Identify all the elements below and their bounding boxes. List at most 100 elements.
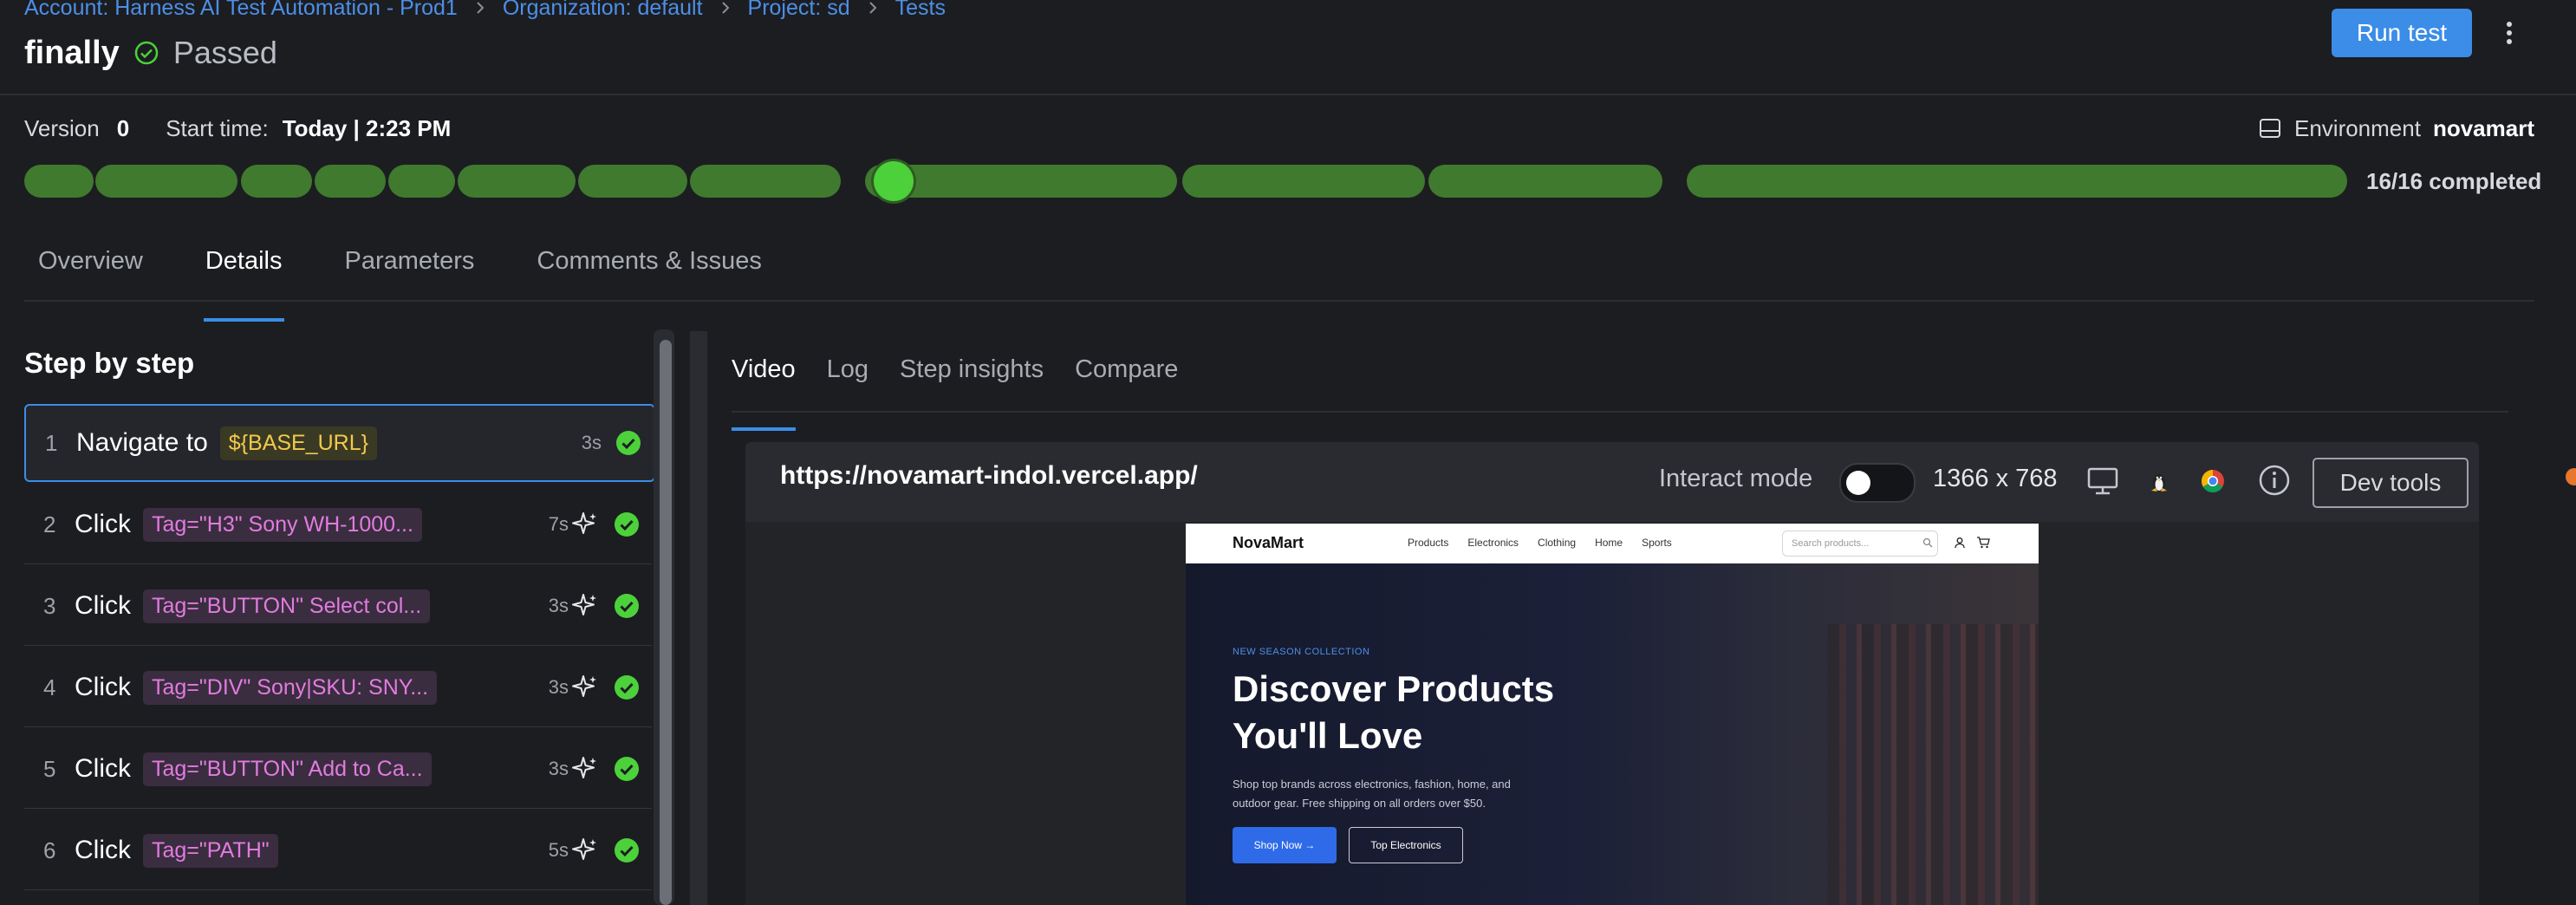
step-action: Click — [75, 673, 131, 701]
tab-comments-issues[interactable]: Comments & Issues — [523, 238, 775, 301]
site-search-icon — [1922, 537, 1933, 548]
chevron-right-icon — [477, 2, 485, 14]
site-nav-links: Products Electronics Clothing Home Sport… — [1408, 537, 1672, 549]
chrome-icon — [2201, 469, 2224, 493]
step-row[interactable]: 4 Click Tag="DIV" Sony|SKU: SNY... 3s — [24, 648, 652, 727]
dev-tools-button[interactable]: Dev tools — [2313, 458, 2469, 508]
hero-title: Discover Products You'll Love — [1233, 666, 1683, 759]
step-row[interactable]: 5 Click Tag="BUTTON" Add to Ca... 3s — [24, 730, 652, 809]
step-passed-icon — [615, 512, 639, 537]
hero-title-line-2: You'll Love — [1233, 715, 1423, 756]
ai-sparkle-icon — [572, 675, 596, 697]
step-target-chip: Tag="BUTTON" Select col... — [143, 589, 431, 623]
info-icon[interactable] — [2257, 463, 2292, 498]
progress-scrubber-knob[interactable] — [874, 161, 914, 201]
breadcrumb-project[interactable]: Project: sd — [748, 0, 850, 21]
media-tab-step-insights[interactable]: Step insights — [900, 347, 1044, 411]
step-duration: 3s — [548, 758, 569, 779]
progress-segment[interactable] — [388, 165, 455, 198]
start-time-label: Start time: — [166, 114, 269, 141]
step-passed-icon — [615, 838, 639, 863]
version-label: Version — [24, 114, 100, 141]
breadcrumb-organization[interactable]: Organization: default — [503, 0, 703, 21]
progress-segment[interactable] — [241, 165, 312, 198]
step-target-chip: Tag="PATH" — [143, 833, 278, 868]
completed-count: 16/16 completed — [2366, 167, 2542, 194]
tab-details[interactable]: Details — [192, 238, 296, 322]
breadcrumb-tests[interactable]: Tests — [895, 0, 946, 21]
chevron-right-icon — [721, 2, 729, 14]
media-tabs: Video Log Step insights Compare — [732, 347, 1178, 431]
step-row[interactable]: 1 Navigate to ${BASE_URL} 3s — [24, 404, 655, 482]
step-number: 2 — [43, 511, 56, 537]
progress-segment[interactable] — [315, 165, 386, 198]
ai-sparkle-icon — [572, 594, 596, 615]
site-nav-clothing: Clothing — [1538, 537, 1577, 549]
progress-segment[interactable] — [1428, 165, 1662, 198]
hero-kicker: NEW SEASON COLLECTION — [1233, 647, 1370, 657]
environment-label: Environment — [2293, 114, 2421, 141]
hero-subtitle-line-2: outdoor gear. Free shipping on all order… — [1233, 797, 1486, 810]
site-nav-electronics: Electronics — [1467, 537, 1519, 549]
hero-subtitle: Shop top brands across electronics, fash… — [1233, 775, 1545, 813]
step-progress-bar — [24, 161, 2347, 201]
ai-sparkle-icon — [572, 757, 596, 778]
status-badge: Passed — [172, 35, 277, 70]
hero-top-electronics-button: Top Electronics — [1349, 827, 1463, 863]
run-meta: Version 0 Start time: Today | 2:23 PM — [24, 113, 451, 144]
edge-indicator — [2566, 468, 2576, 485]
run-test-button[interactable]: Run test — [2332, 9, 2472, 57]
steps-panel-title: Step by step — [24, 347, 195, 379]
environment-icon — [2259, 119, 2280, 138]
more-options-icon[interactable] — [2496, 16, 2522, 50]
step-number: 1 — [45, 429, 58, 456]
site-user-icon — [1955, 537, 1965, 549]
tab-overview[interactable]: Overview — [24, 238, 157, 301]
panel-splitter[interactable] — [690, 331, 707, 905]
media-tab-log[interactable]: Log — [827, 347, 868, 411]
progress-segment[interactable] — [95, 165, 237, 198]
step-number: 6 — [43, 837, 56, 863]
media-tab-video[interactable]: Video — [732, 347, 796, 431]
hero-title-line-1: Discover Products — [1233, 668, 1555, 709]
breadcrumb-account[interactable]: Account: Harness AI Test Automation - Pr… — [24, 0, 458, 21]
step-action: Click — [75, 754, 131, 783]
step-row[interactable]: 2 Click Tag="H3" Sony WH-1000... 7s — [24, 485, 652, 564]
interact-mode-label: Interact mode — [1659, 465, 1813, 492]
step-duration: 3s — [548, 676, 569, 698]
hero-subtitle-line-1: Shop top brands across electronics, fash… — [1233, 778, 1511, 791]
header-divider — [0, 94, 2576, 95]
progress-segment[interactable] — [24, 165, 94, 198]
step-row[interactable]: 6 Click Tag="PATH" 5s — [24, 811, 652, 890]
progress-segment[interactable] — [458, 165, 576, 198]
step-row[interactable]: 3 Click Tag="BUTTON" Select col... 3s — [24, 567, 652, 646]
step-action: Click — [75, 510, 131, 538]
progress-segment[interactable] — [578, 165, 687, 198]
page-title: finally — [24, 34, 120, 71]
media-tab-compare[interactable]: Compare — [1075, 347, 1178, 411]
browser-url: https://novamart-indol.vercel.app/ — [780, 461, 1198, 490]
step-passed-icon — [615, 675, 639, 700]
interact-mode-toggle-knob[interactable] — [1846, 471, 1870, 495]
site-nav-sports: Sports — [1642, 537, 1672, 549]
steps-scrollbar-thumb[interactable] — [660, 340, 672, 905]
step-number: 5 — [43, 755, 56, 782]
hero-background-image — [1827, 624, 2039, 905]
step-action: Navigate to — [76, 428, 208, 457]
step-duration: 7s — [548, 513, 569, 535]
progress-segment[interactable] — [1687, 165, 2347, 198]
media-tabs-divider — [732, 411, 2508, 413]
breadcrumb: Account: Harness AI Test Automation - Pr… — [24, 0, 946, 23]
progress-segment[interactable] — [690, 165, 841, 198]
site-nav-home: Home — [1595, 537, 1623, 549]
monitor-icon — [2087, 467, 2118, 495]
step-target-chip: ${BASE_URL} — [219, 426, 377, 460]
version-value: 0 — [116, 114, 130, 141]
site-cart-icon — [1977, 537, 1990, 549]
check-circle-icon — [134, 41, 159, 65]
step-number: 3 — [43, 592, 56, 619]
progress-segment[interactable] — [1182, 165, 1425, 198]
tab-parameters[interactable]: Parameters — [331, 238, 489, 301]
step-target-chip: Tag="DIV" Sony|SKU: SNY... — [143, 670, 438, 705]
start-time-value: Today | 2:23 PM — [282, 114, 452, 141]
